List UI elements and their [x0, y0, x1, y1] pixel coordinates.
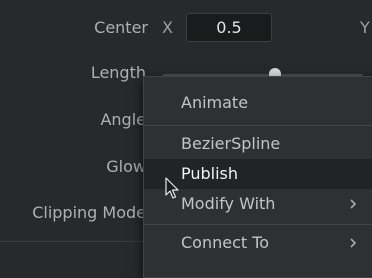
glow-label: Glow	[106, 157, 146, 176]
center-label: Center	[94, 18, 148, 37]
clipping-mode-label: Clipping Mode	[32, 203, 146, 222]
menu-item-label: BezierSpline	[181, 134, 281, 153]
menu-item-label: Animate	[181, 93, 249, 112]
center-y-axis-label: Y	[360, 18, 370, 37]
center-x-axis-label: X	[162, 18, 173, 37]
menu-separator	[144, 125, 372, 126]
menu-item-connect-to[interactable]: Connect To	[144, 228, 372, 258]
menu-item-bezierspline[interactable]: BezierSpline	[144, 129, 372, 159]
menu-item-label: Connect To	[181, 233, 270, 252]
menu-item-label: Publish	[181, 164, 239, 183]
menu-item-label: Modify With	[181, 194, 276, 213]
center-x-input[interactable]	[186, 13, 272, 42]
menu-separator	[144, 224, 372, 225]
chevron-right-icon	[350, 238, 357, 248]
length-label: Length	[90, 63, 146, 82]
mouse-pointer-icon	[165, 177, 179, 199]
menu-item-animate[interactable]: Animate	[144, 88, 372, 118]
chevron-right-icon	[350, 199, 357, 209]
angle-label: Angle	[100, 110, 146, 129]
